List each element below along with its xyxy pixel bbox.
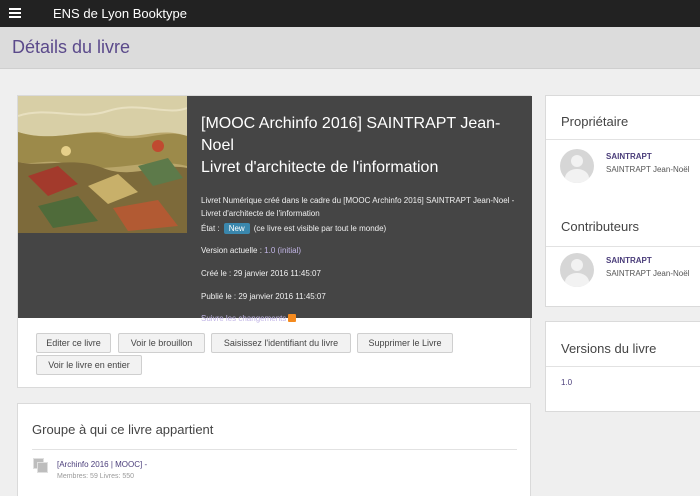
state-note: (ce livre est visible par tout le monde) [253,224,387,233]
book-cover-image [18,96,187,233]
top-navbar: ENS de Lyon Booktype [0,0,700,27]
status-badge: New [223,223,250,234]
divider [546,246,700,247]
owner-contributors-card: Propriétaire SAINTRAPT SAINTRAPT Jean-No… [545,95,700,307]
divider [546,366,700,367]
book-version: Version actuelle : 1.0 (initial) [201,246,301,255]
book-title: [MOOC Archinfo 2016] SAINTRAPT Jean-Noel… [201,113,521,179]
owner-fullname: SAINTRAPT Jean-Noël [606,165,690,174]
book-versions-card: Versions du livre 1.0 [545,321,700,412]
book-details-card: [MOOC Archinfo 2016] SAINTRAPT Jean-Noel… [17,95,532,388]
view-full-book-button[interactable]: Voir le livre en entier [36,355,142,375]
menu-icon[interactable] [9,8,21,18]
book-title-line-1: [MOOC Archinfo 2016] SAINTRAPT Jean-Noel [201,115,501,154]
page-title: Détails du livre [12,37,131,57]
follow-changes[interactable]: Suivre les changements [201,314,297,323]
page-header: Détails du livre [0,27,700,69]
group-heading: Groupe à qui ce livre appartient [32,422,214,437]
contributor-username-link[interactable]: SAINTRAPT [606,256,652,265]
group-stats: Membres: 59 Livres: 550 [57,473,135,480]
edit-book-button[interactable]: Editer ce livre [36,333,111,353]
owner-avatar [560,149,594,183]
book-created: Créé le : 29 janvier 2016 11:45:07 [201,269,321,278]
rss-icon[interactable] [288,314,297,322]
app-title[interactable]: ENS de Lyon Booktype [53,6,187,21]
version-link[interactable]: 1.0 [561,378,572,387]
book-description: Livret Numérique créé dans le cadre du [… [201,196,515,218]
book-published: Publié le : 29 janvier 2016 11:45:07 [201,292,326,301]
state-label: État : [201,224,220,233]
book-title-line-2: Livret d'architecte de l'information [201,159,439,176]
owner-heading: Propriétaire [561,114,629,129]
contributor-fullname: SAINTRAPT Jean-Noël [606,269,690,278]
divider [32,449,517,450]
book-hero: [MOOC Archinfo 2016] SAINTRAPT Jean-Noel… [18,96,532,323]
owner-username-link[interactable]: SAINTRAPT [606,152,652,161]
follow-changes-link[interactable]: Suivre les changements [201,314,286,323]
enter-identifier-button[interactable]: Saisissez l'identifiant du livre [211,333,351,353]
group-icon [33,458,49,474]
book-group-card: Groupe à qui ce livre appartient [Archin… [17,403,531,496]
delete-book-button[interactable]: Supprimer le Livre [357,333,453,353]
contributor-avatar [560,253,594,287]
view-draft-button[interactable]: Voir le brouillon [118,333,205,353]
versions-heading: Versions du livre [561,341,657,356]
version-label: Version actuelle : [201,246,262,255]
group-link[interactable]: [Archinfo 2016 | MOOC] - [57,460,147,469]
contributors-heading: Contributeurs [561,219,640,234]
divider [546,139,700,140]
book-info: [MOOC Archinfo 2016] SAINTRAPT Jean-Noel… [201,113,521,323]
current-version-link[interactable]: 1.0 (initial) [264,246,301,255]
book-state: État : New (ce livre est visible par tout … [201,223,386,234]
